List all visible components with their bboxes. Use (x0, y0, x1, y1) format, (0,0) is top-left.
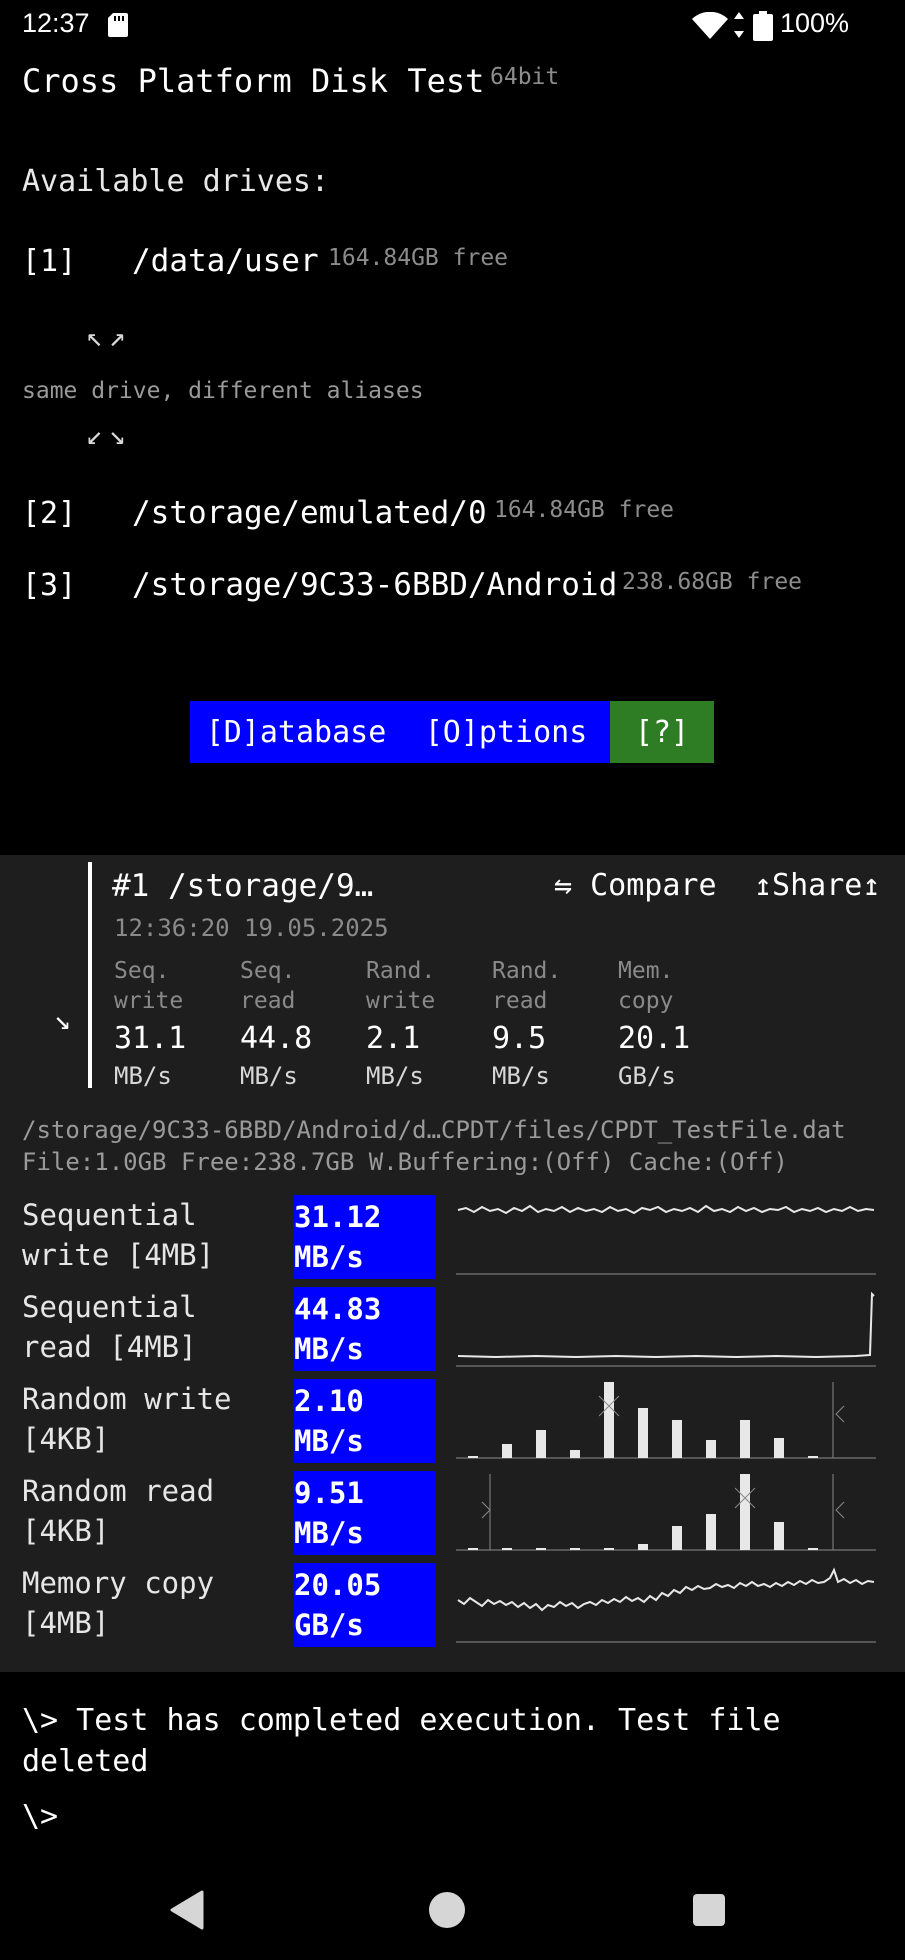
status-time: 12:37 (22, 8, 90, 38)
test-value-rand-read: 9.51 MB/s (293, 1471, 435, 1555)
battery-percent: 100% (779, 8, 849, 38)
drive-3-path[interactable]: /storage/9C33-6BBD/Android (132, 567, 617, 603)
metric-unit: GB/s (618, 1062, 676, 1090)
histogram-rand-read (456, 1474, 876, 1551)
test-label-line: Sequential (22, 1290, 197, 1324)
metric-label: read (492, 988, 548, 1014)
test-file-info: File:1.0GB Free:238.7GB W.Buffering:(Off… (22, 1148, 788, 1176)
test-value: 2.10 (294, 1384, 364, 1418)
metric-label: Seq. (240, 958, 296, 984)
expand-arrow-icon[interactable]: ↘ (54, 1003, 71, 1036)
test-label-line: Sequential (22, 1198, 197, 1232)
test-value: 20.05 (294, 1568, 382, 1602)
test-value: 31.12 (294, 1200, 382, 1234)
test-unit: MB/s (294, 1332, 364, 1366)
metric-unit: MB/s (366, 1062, 424, 1090)
share-button[interactable]: ↥Share↥ (754, 868, 880, 903)
test-label-seq-read: Sequential read [4MB] (22, 1287, 282, 1367)
metric-label: copy (618, 988, 674, 1014)
sparkline-mem-copy (456, 1567, 876, 1643)
drive-2-index[interactable]: [2] (22, 496, 76, 531)
metric-rand-write: Rand. write 2.1 MB/s (366, 956, 486, 1090)
options-button[interactable]: [O]ptions (402, 701, 610, 763)
alias-note: same drive, different aliases (22, 378, 424, 404)
test-label-line: [4MB] (22, 1606, 110, 1640)
metric-value: 31.1 (114, 1021, 187, 1056)
test-value: 9.51 (294, 1476, 364, 1510)
metric-unit: MB/s (492, 1062, 550, 1090)
result-card-marker (88, 862, 92, 1088)
drive-3-index[interactable]: [3] (22, 568, 76, 603)
alias-arrows-up: ↖↗ (86, 320, 132, 353)
test-value-seq-write: 31.12 MB/s (293, 1195, 435, 1279)
battery-icon (753, 11, 773, 41)
metric-label: Rand. (492, 958, 562, 984)
test-label-line: [4KB] (22, 1514, 110, 1548)
test-value-mem-copy: 20.05 GB/s (293, 1563, 435, 1647)
metric-label: Rand. (366, 958, 436, 984)
metric-label: Seq. (114, 958, 170, 984)
arch-tag: 64bit (490, 64, 560, 90)
metric-value: 20.1 (618, 1021, 691, 1056)
test-unit: MB/s (294, 1240, 364, 1274)
nav-home-icon[interactable] (428, 1891, 466, 1929)
sparkline-seq-read (456, 1291, 876, 1367)
test-label-seq-write: Sequential write [4MB] (22, 1195, 282, 1275)
test-label-line: Memory copy (22, 1566, 215, 1600)
test-unit: MB/s (294, 1516, 364, 1550)
test-value-rand-write: 2.10 MB/s (293, 1379, 435, 1463)
nav-recents-icon[interactable] (692, 1893, 726, 1927)
test-label-line: write [4MB] (22, 1238, 215, 1272)
metric-seq-write: Seq. write 31.1 MB/s (114, 956, 234, 1090)
histogram-rand-write (456, 1382, 876, 1459)
database-button[interactable]: [D]atabase (190, 701, 402, 763)
metric-label: write (114, 988, 184, 1014)
test-label-line: [4KB] (22, 1422, 110, 1456)
test-label-rand-write: Random write [4KB] (22, 1379, 282, 1459)
app-title: Cross Platform Disk Test (22, 62, 485, 100)
drive-1-index[interactable]: [1] (22, 244, 76, 279)
result-timestamp: 12:36:20 19.05.2025 (114, 914, 389, 942)
metric-seq-read: Seq. read 44.8 MB/s (240, 956, 360, 1090)
sparkline-seq-write (456, 1204, 876, 1275)
test-label-line: read [4MB] (22, 1330, 197, 1364)
test-file-path: /storage/9C33-6BBD/Android/d…CPDT/files/… (22, 1116, 846, 1144)
drive-3-free: 238.68GB free (622, 569, 803, 595)
alias-arrows-down: ↙↘ (86, 418, 132, 451)
test-value-seq-read: 44.83 MB/s (293, 1287, 435, 1371)
drive-1-path[interactable]: /data/user (132, 243, 319, 279)
metric-label: Mem. (618, 958, 674, 984)
console-prompt[interactable]: \> (22, 1799, 58, 1834)
compare-button[interactable]: ⇋ Compare (554, 868, 717, 903)
test-unit: GB/s (294, 1608, 364, 1642)
test-label-line: Random read (22, 1474, 215, 1508)
test-label-line: Random write (22, 1382, 232, 1416)
metric-unit: MB/s (240, 1062, 298, 1090)
result-title[interactable]: #1 /storage/9… (112, 868, 373, 904)
test-unit: MB/s (294, 1424, 364, 1458)
console-output: \> Test has completed execution. Test fi… (22, 1703, 781, 1779)
nav-back-icon[interactable] (168, 1890, 204, 1930)
metric-value: 2.1 (366, 1021, 421, 1056)
sd-card-icon (108, 13, 128, 37)
metric-mem-copy: Mem. copy 20.1 GB/s (618, 956, 738, 1090)
test-label-mem-copy: Memory copy [4MB] (22, 1563, 282, 1643)
metric-label: read (240, 988, 296, 1014)
drive-2-free: 164.84GB free (494, 497, 675, 523)
drive-1-free: 164.84GB free (328, 245, 509, 271)
drives-heading: Available drives: (22, 164, 330, 199)
metric-rand-read: Rand. read 9.5 MB/s (492, 956, 612, 1090)
test-value: 44.83 (294, 1292, 382, 1326)
metric-unit: MB/s (114, 1062, 172, 1090)
help-button[interactable]: [?] (610, 701, 714, 763)
drive-2-path[interactable]: /storage/emulated/0 (132, 495, 487, 531)
data-transfer-icon (734, 12, 744, 38)
test-label-rand-read: Random read [4KB] (22, 1471, 282, 1551)
metric-value: 44.8 (240, 1021, 313, 1056)
wifi-icon (692, 12, 728, 39)
metric-label: write (366, 988, 436, 1014)
metric-value: 9.5 (492, 1021, 547, 1056)
